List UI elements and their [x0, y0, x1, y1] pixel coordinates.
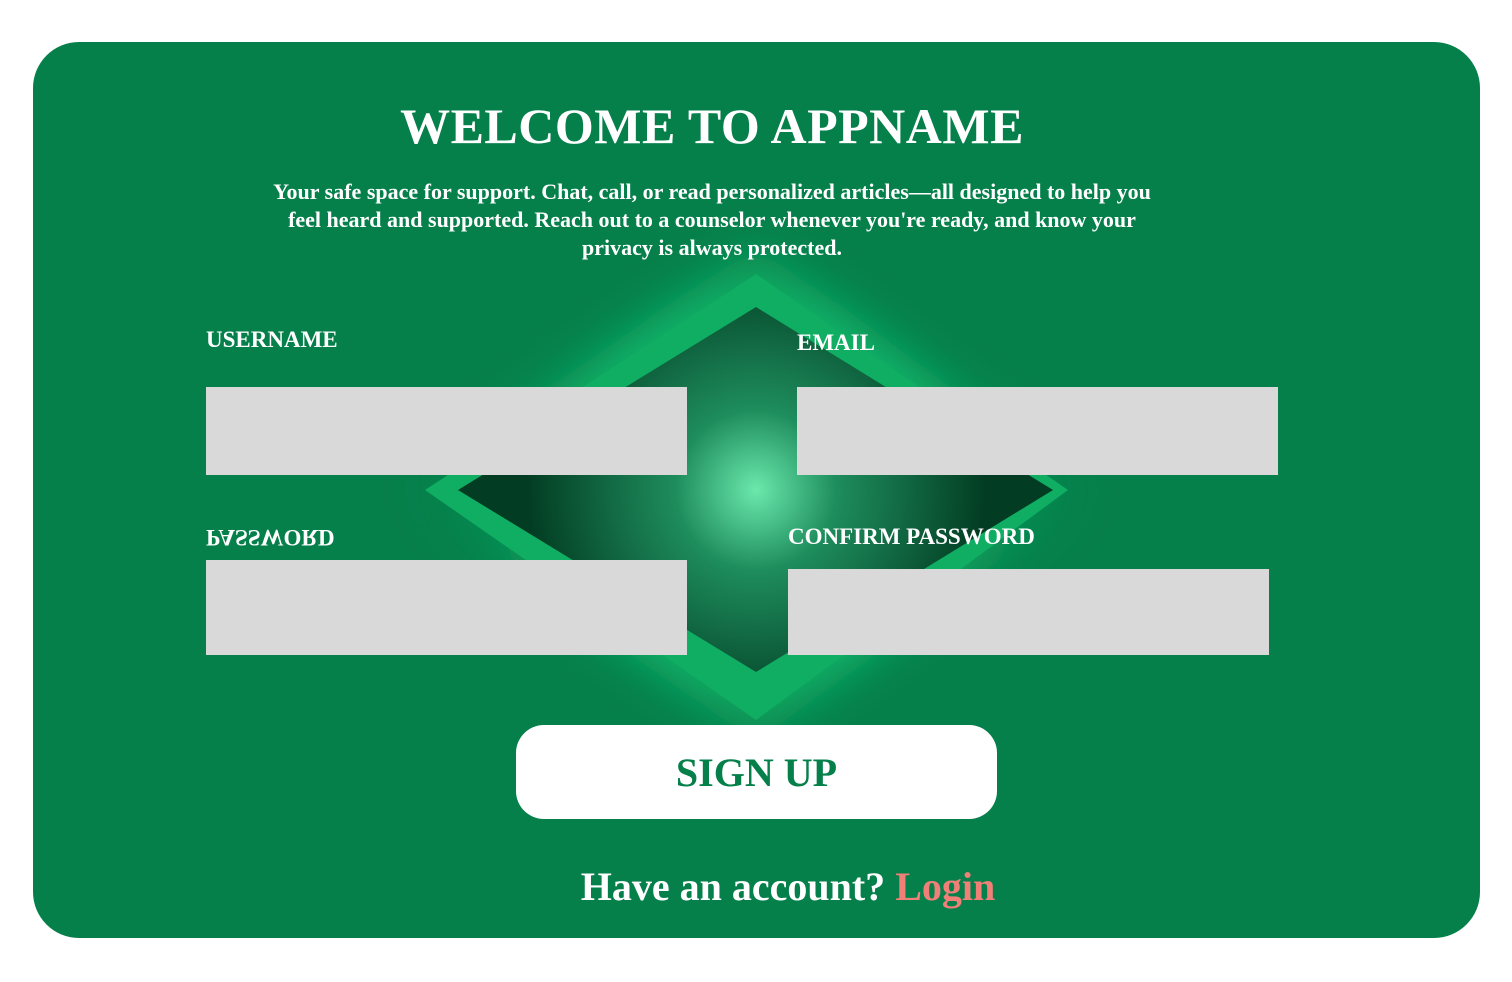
page-subtitle: Your safe space for support. Chat, call,… — [273, 179, 1151, 260]
login-prompt: Have an account? Login — [33, 864, 1480, 910]
page-title: WELCOME TO APPNAME — [400, 98, 1024, 154]
signup-button[interactable]: SIGN UP — [516, 725, 997, 819]
username-input[interactable] — [206, 387, 687, 475]
login-link[interactable]: Login — [895, 864, 995, 909]
signup-card: WELCOME TO APPNAME Your safe space for s… — [33, 42, 1480, 938]
email-input[interactable] — [797, 387, 1278, 475]
confirm-password-input[interactable] — [788, 569, 1269, 655]
password-input[interactable] — [206, 560, 687, 655]
password-label: PASSWORD — [206, 525, 335, 550]
confirm-password-label: CONFIRM PASSWORD — [788, 524, 1035, 549]
username-label: USERNAME — [206, 327, 338, 352]
email-label: EMAIL — [797, 330, 875, 355]
login-prompt-text: Have an account? — [580, 864, 886, 909]
